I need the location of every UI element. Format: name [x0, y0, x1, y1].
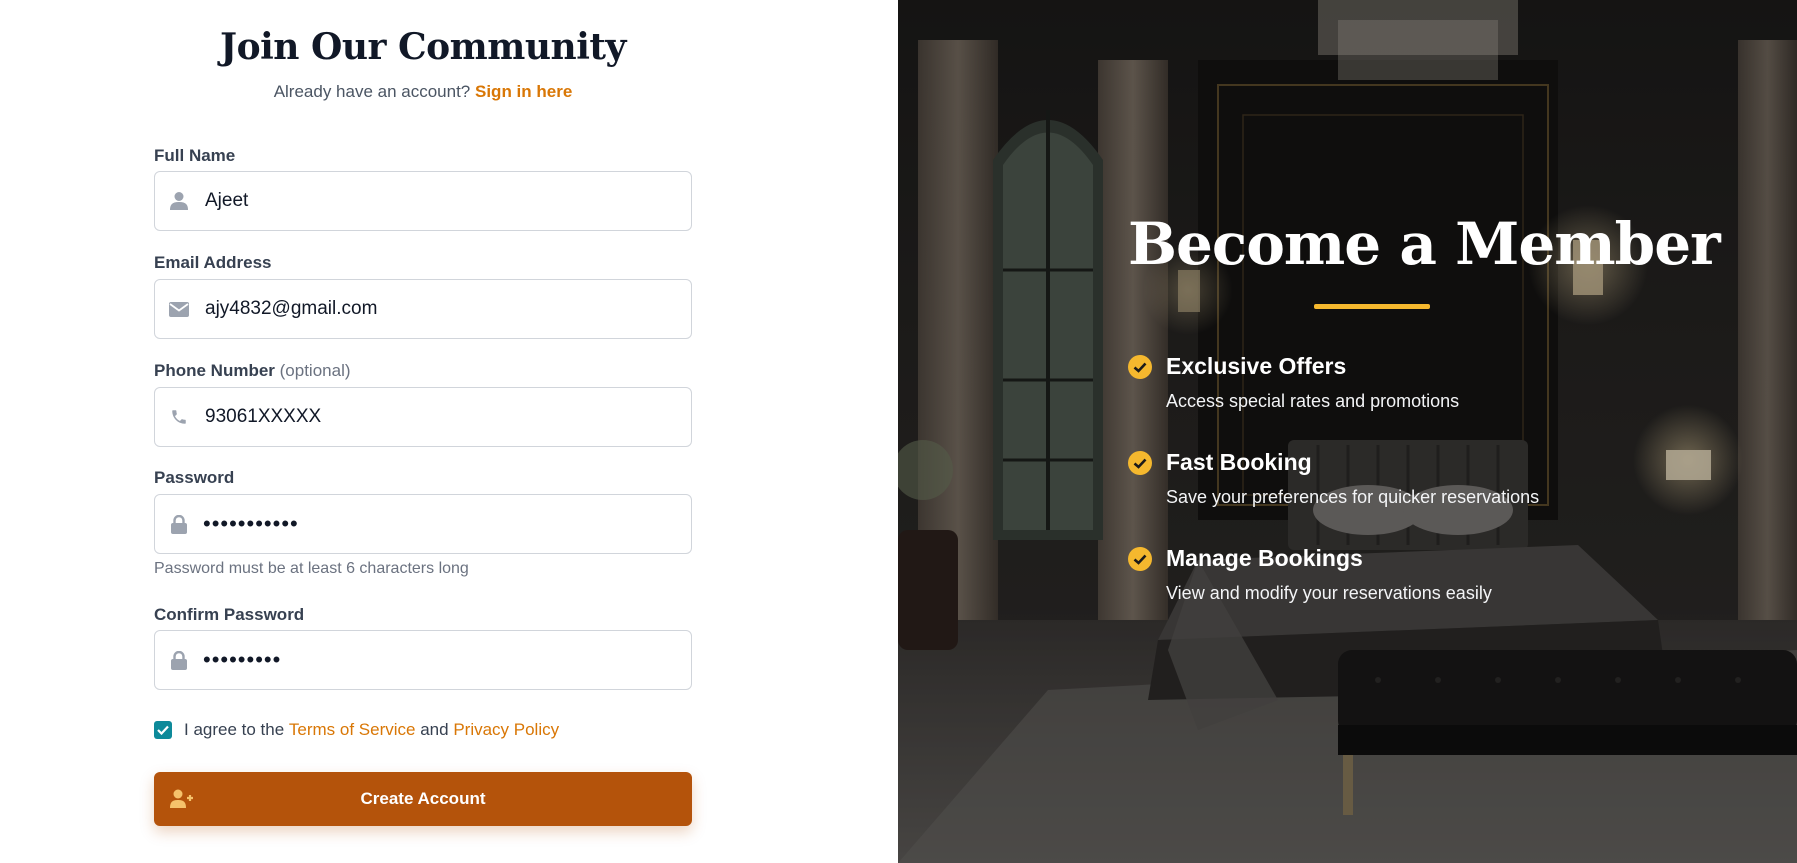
password-hint: Password must be at least 6 characters l…: [154, 560, 469, 577]
feature-title: Manage Bookings: [1166, 545, 1363, 571]
feature-description: Save your preferences for quicker reserv…: [1166, 487, 1540, 507]
user-icon: [155, 172, 203, 230]
create-account-label: Create Account: [360, 789, 486, 808]
lock-icon: [155, 495, 203, 553]
signin-prompt: Already have an account? Sign in here: [0, 82, 846, 102]
phone-label: Phone Number (optional): [154, 361, 351, 381]
email-label: Email Address: [154, 253, 272, 272]
password-input[interactable]: •••••••••••: [203, 511, 299, 537]
terms-agreement: I agree to the Terms of Service and Priv…: [154, 720, 559, 740]
terms-link[interactable]: Terms of Service: [289, 720, 416, 740]
phone-field[interactable]: 93061XXXXX: [154, 387, 692, 447]
confirm-password-label: Confirm Password: [154, 605, 305, 624]
phone-icon: [155, 388, 203, 446]
envelope-icon: [155, 280, 203, 338]
feature-description: Access special rates and promotions: [1166, 391, 1460, 411]
promo-panel: Become a Member Exclusive Offers Access …: [898, 0, 1797, 863]
user-plus-icon: [170, 789, 194, 814]
feature-title: Exclusive Offers: [1166, 353, 1347, 379]
full-name-label: Full Name: [154, 146, 236, 165]
check-circle-icon: [1128, 451, 1152, 480]
optional-tag: (optional): [279, 361, 351, 380]
feature-description: View and modify your reservations easily: [1166, 583, 1492, 603]
confirm-password-input[interactable]: •••••••••: [203, 647, 281, 673]
check-circle-icon: [1128, 355, 1152, 384]
lock-icon: [155, 631, 203, 689]
password-label: Password: [154, 468, 235, 487]
signin-link[interactable]: Sign in here: [475, 82, 572, 101]
phone-input[interactable]: 93061XXXXX: [203, 406, 321, 428]
email-field[interactable]: ajy4832@gmail.com: [154, 279, 692, 339]
terms-checkbox[interactable]: [154, 721, 172, 739]
bedroom-background-image: [898, 0, 1797, 863]
full-name-field[interactable]: Ajeet: [154, 171, 692, 231]
phone-label-text: Phone Number: [154, 361, 275, 380]
signin-prompt-text: Already have an account?: [273, 82, 475, 101]
feature-title: Fast Booking: [1166, 449, 1312, 475]
signup-panel: Join Our Community Already have an accou…: [0, 0, 898, 863]
privacy-link[interactable]: Privacy Policy: [453, 720, 559, 740]
promo-headline: Become a Member: [1128, 210, 1721, 278]
create-account-button[interactable]: Create Account: [154, 772, 692, 826]
full-name-input[interactable]: Ajeet: [203, 190, 248, 212]
page-title: Join Our Community: [220, 26, 626, 68]
headline-underline: [1314, 304, 1430, 309]
check-circle-icon: [1128, 547, 1152, 576]
agreement-and: and: [415, 720, 454, 739]
checkmark-icon: [157, 725, 169, 735]
agreement-prefix: I agree to the: [184, 720, 289, 739]
email-input[interactable]: ajy4832@gmail.com: [203, 298, 377, 320]
confirm-password-field[interactable]: •••••••••: [154, 630, 692, 690]
password-field[interactable]: •••••••••••: [154, 494, 692, 554]
